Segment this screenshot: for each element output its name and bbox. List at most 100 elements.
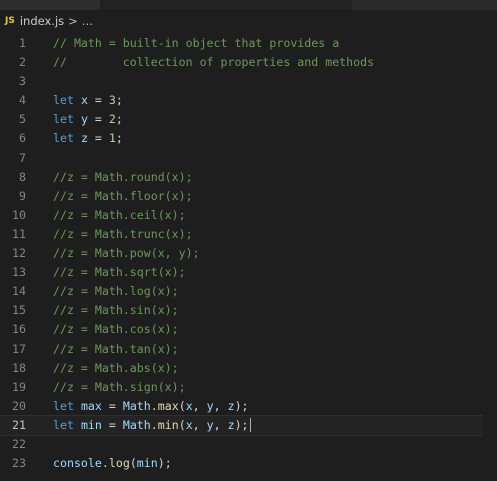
code-text: //z = Math.round(x); [53,168,193,187]
code-line[interactable]: 14 //z = Math.log(x); [0,282,497,301]
code-text: let x = 3; [53,91,123,110]
code-text: //z = Math.pow(x, y); [53,244,200,263]
code-line[interactable]: 5 let y = 2; [0,110,497,129]
code-text: //z = Math.sin(x); [53,301,179,320]
code-line[interactable]: 2 // collection of properties and methods [0,53,497,72]
code-text: //z = Math.cos(x); [53,320,179,339]
code-token: max [157,398,179,413]
breadcrumb: JS index.js > ... [0,10,497,32]
code-line[interactable]: 3 [0,72,497,91]
code-line[interactable]: 4 let x = 3; [0,91,497,110]
code-line[interactable]: 13 //z = Math.sqrt(x); [0,263,497,282]
line-number: 12 [12,246,26,261]
code-token: x [80,93,88,108]
code-line[interactable]: 15 //z = Math.sin(x); [0,301,497,320]
code-token: //z = Math.log(x); [53,284,179,299]
code-line[interactable]: 23 console.log(min); [0,454,497,473]
code-line[interactable]: 7 [0,149,497,168]
code-token: console [53,456,102,471]
breadcrumb-separator-icon: > [68,14,78,28]
code-token: let [53,398,74,413]
code-editor[interactable]: 1 // Math = built-in object that provides… [0,34,497,473]
code-token: 2 [108,112,116,127]
code-token: ( [129,456,137,471]
line-number: 17 [12,341,26,356]
code-line[interactable]: 22 [0,435,497,454]
code-line[interactable]: 6 let z = 1; [0,129,497,148]
code-token: log [108,456,130,471]
code-text: let max = Math.max(x, y, z); [53,397,249,416]
line-number: 10 [12,207,26,222]
code-token: min [136,456,158,471]
code-line[interactable]: 17 //z = Math.tan(x); [0,340,497,359]
line-number: 4 [19,93,26,108]
code-line[interactable]: 16 //z = Math.cos(x); [0,320,497,339]
code-token: min [157,417,179,432]
code-token: = [101,398,123,413]
code-line[interactable]: 18 //z = Math.abs(x); [0,359,497,378]
code-text: // collection of properties and methods [53,53,374,72]
code-text: // Math = built-in object that provides … [53,34,339,53]
line-number: 23 [12,456,26,471]
code-token: ); [234,417,249,432]
code-token: // collection of properties and methods [53,55,375,70]
code-line[interactable]: 9 //z = Math.floor(x); [0,187,497,206]
code-token: ( [178,398,186,413]
code-text: //z = Math.ceil(x); [53,206,186,225]
code-token: ); [234,398,249,413]
code-text: //z = Math.sign(x); [53,378,186,397]
code-line[interactable]: 10 //z = Math.ceil(x); [0,206,497,225]
code-token: let [53,417,74,432]
code-line[interactable]: 21 let min = Math.min(x, y, z); [0,414,497,436]
code-token: ; [115,131,123,146]
code-token: y [206,417,214,432]
code-text: let min = Math.min(x, y, z); [53,416,251,435]
code-token: //z = Math.abs(x); [53,360,179,375]
editor-scrollbar[interactable] [483,34,497,481]
code-token: , [213,417,228,432]
text-cursor [249,418,251,433]
code-token: //z = Math.tan(x); [53,341,179,356]
code-token: 3 [108,93,116,108]
line-number: 16 [12,322,26,337]
code-token: = [101,417,123,432]
editor-tab-strip [0,0,497,10]
code-text: //z = Math.log(x); [53,282,179,301]
code-token: //z = Math.floor(x); [53,188,193,203]
code-token: let [53,131,74,146]
breadcrumb-file[interactable]: index.js [20,14,64,28]
code-token: ; [115,112,123,127]
code-text: //z = Math.trunc(x); [53,225,193,244]
code-line[interactable]: 8 //z = Math.round(x); [0,168,497,187]
code-token: x [185,398,193,413]
code-token: let [53,93,74,108]
line-number: 15 [12,303,26,318]
code-token: , [192,398,207,413]
code-token: //z = Math.ceil(x); [53,207,186,222]
code-token: ( [178,417,186,432]
code-token: z [80,131,88,146]
code-line[interactable]: 12 //z = Math.pow(x, y); [0,244,497,263]
code-token: 1 [108,131,116,146]
code-token: //z = Math.cos(x); [53,322,179,337]
code-token: , [213,398,228,413]
code-line[interactable]: 1 // Math = built-in object that provides… [0,34,497,53]
code-token: ; [115,93,123,108]
tab-other-file[interactable] [101,0,352,10]
tab-index-js[interactable] [0,0,100,10]
line-number: 13 [12,265,26,280]
code-text: //z = Math.tan(x); [53,340,179,359]
code-line[interactable]: 20 let max = Math.max(x, y, z); [0,397,497,416]
line-number: 19 [12,379,26,394]
line-number: 1 [19,36,26,50]
code-token: . [101,456,109,471]
code-token: min [80,417,102,432]
code-line[interactable]: 11 //z = Math.trunc(x); [0,225,497,244]
breadcrumb-more[interactable]: ... [82,14,93,28]
code-token: , [192,417,207,432]
code-line[interactable]: 19 //z = Math.sign(x); [0,378,497,397]
tab-strip-empty-area [352,0,497,10]
